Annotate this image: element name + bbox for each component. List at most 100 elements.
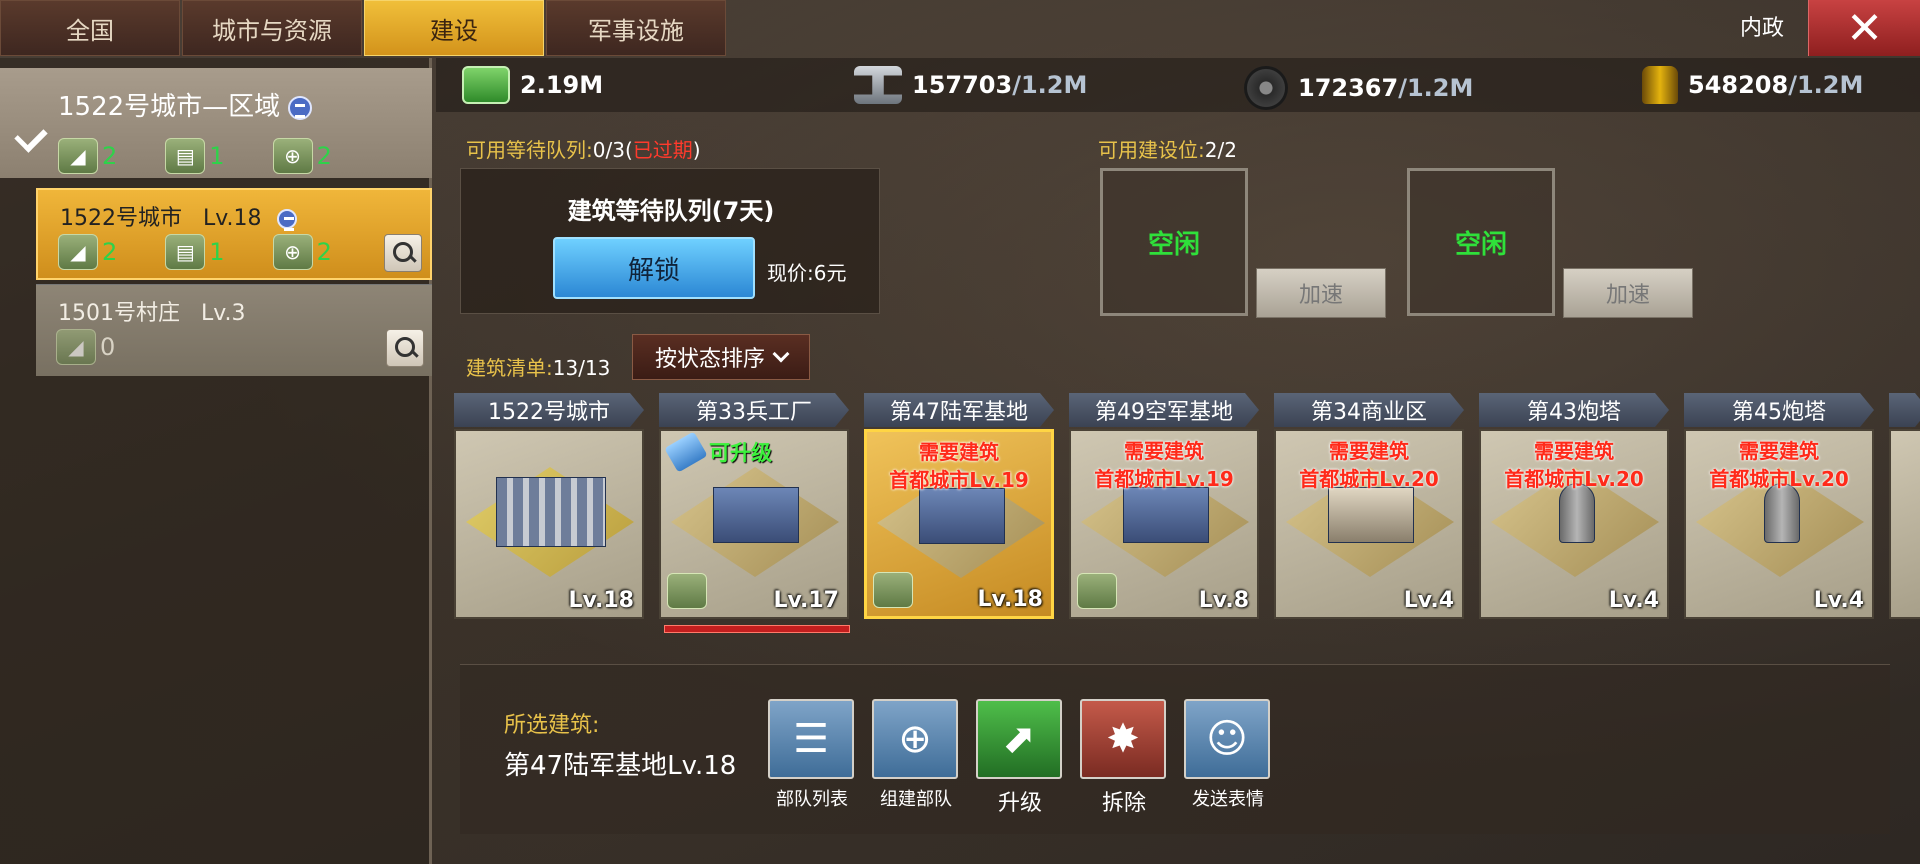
air-base-icon (1123, 487, 1209, 543)
action-label: 组建部队 (880, 789, 952, 810)
tank-icon: ▤ (165, 234, 206, 270)
chevron-down-icon[interactable] (14, 119, 48, 153)
building-name: 第33兵工厂 (659, 393, 849, 427)
speed-up-button[interactable]: 加速 (1563, 268, 1693, 318)
queue-expired: 已过期 (632, 138, 693, 162)
building-card[interactable]: 第34商业区 需要建筑 首都城市Lv.20 Lv.4 (1274, 393, 1464, 621)
artillery-icon: ◢ (58, 138, 98, 174)
steel-icon (854, 66, 902, 104)
build-slots-value: 2/2 (1204, 138, 1237, 162)
building-image: 可升级 Lv.17 (659, 429, 849, 619)
form-troop-icon: ⊕ (872, 699, 958, 779)
capital-icon (288, 95, 313, 120)
building-image (1889, 429, 1920, 619)
price-text: 现价:6元 (767, 261, 847, 285)
turret-building-icon (1559, 483, 1595, 543)
city-name: 1501号村庄 Lv.3 (58, 295, 246, 327)
page-title: 内政 (1740, 16, 1785, 41)
building-level: Lv.8 (1198, 588, 1249, 613)
resource-rubber: 172367/1.2M (1244, 66, 1473, 110)
queue-label-text: 可用等待队列: (466, 138, 593, 162)
building-card-partial[interactable] (1889, 393, 1920, 621)
resource-bar: 2.19M 157703/1.2M 172367/1.2M 548208/1.2… (436, 58, 1920, 112)
requirement-text: 需要建筑 (1534, 439, 1614, 463)
city-unit-counts: ◢ 0 (56, 329, 163, 365)
building-card[interactable]: 第49空军基地 需要建筑 首都城市Lv.19 Lv.8 (1069, 393, 1259, 621)
building-list-label: 建筑清单:13/13 (466, 352, 610, 381)
building-card[interactable]: 第45炮塔 需要建筑 首都城市Lv.20 Lv.4 (1684, 393, 1874, 621)
region-title: 1522号城市—区域 (58, 86, 313, 123)
tab-construction[interactable]: 建设 (364, 0, 544, 56)
troop-list-button[interactable]: ☰ 部队列表 (768, 699, 856, 811)
requirement-text: 需要建筑 (1329, 439, 1409, 463)
building-image: 需要建筑 首都城市Lv.20 Lv.4 (1684, 429, 1874, 619)
upgrade-text: 可升级 (709, 441, 772, 465)
city-item-1501[interactable]: 1501号村庄 Lv.3 ◢ 0 (36, 284, 432, 376)
sort-dropdown[interactable]: 按状态排序 (632, 334, 810, 380)
artillery-count: 0 (100, 333, 116, 361)
city-name: 1522号城市 Lv.18 (60, 200, 297, 232)
building-card-selected[interactable]: 第47陆军基地 需要建筑 首都城市Lv.19 Lv.18 (864, 393, 1054, 621)
artillery-count: 2 (102, 238, 118, 266)
search-icon[interactable] (384, 234, 422, 272)
money-icon (462, 66, 510, 104)
city-level: Lv.18 (202, 206, 262, 231)
artillery-icon: ◢ (56, 329, 96, 365)
artillery-icon (1077, 573, 1117, 609)
queue-value: 0/3( (592, 138, 633, 162)
steel-cap: /1.2M (1012, 71, 1088, 99)
demolish-button[interactable]: ✸ 拆除 (1080, 699, 1168, 817)
form-troop-button[interactable]: ⊕ 组建部队 (872, 699, 960, 811)
requirement-level: 首都城市Lv.20 (1709, 467, 1849, 491)
region-unit-counts: ◢ 2 ▤ 1 ⊕ 2 (58, 138, 380, 174)
city-name-text: 1522号城市 (60, 206, 182, 231)
add-artillery-icon: ⊕ (272, 234, 313, 270)
tank-icon: ▤ (165, 138, 206, 174)
building-list-label-text: 建筑清单: (466, 356, 553, 380)
tab-city-resources[interactable]: 城市与资源 (182, 0, 362, 56)
rubber-value: 172367 (1298, 74, 1399, 102)
tab-nation[interactable]: 全国 (0, 0, 180, 56)
tank-count: 1 (209, 142, 225, 170)
unlock-button[interactable]: 解锁 (553, 237, 755, 299)
building-card[interactable]: 第33兵工厂 可升级 Lv.17 (659, 393, 849, 621)
search-icon[interactable] (386, 329, 424, 367)
close-button[interactable]: ✕ (1808, 0, 1920, 56)
building-level: Lv.4 (1403, 588, 1454, 613)
build-slot-1[interactable]: 空闲 (1100, 168, 1248, 316)
send-emoji-button[interactable]: ☺ 发送表情 (1184, 699, 1272, 811)
tab-military[interactable]: 军事设施 (546, 0, 726, 56)
requirement-level: 首都城市Lv.20 (1299, 467, 1439, 491)
building-image: Lv.18 (454, 429, 644, 619)
building-level: Lv.18 (977, 587, 1043, 612)
requirement-text: 需要建筑 (919, 440, 999, 464)
wrench-icon (664, 431, 708, 473)
turret-building-icon (1764, 483, 1800, 543)
queue-paren: ) (692, 138, 701, 162)
city-name-text: 1501号村庄 (58, 301, 180, 326)
city-level: Lv.3 (200, 301, 246, 326)
chevron-down-icon (772, 345, 790, 363)
artillery-icon (873, 572, 913, 608)
build-slots-label-text: 可用建设位: (1098, 138, 1205, 162)
demolish-icon: ✸ (1080, 699, 1166, 779)
tank-icon (667, 573, 707, 609)
queue-label: 可用等待队列:0/3(已过期) (466, 134, 701, 163)
support-count: 2 (316, 142, 332, 170)
emoji-icon: ☺ (1184, 699, 1270, 779)
money-value: 2.19M (520, 71, 604, 99)
building-level: Lv.17 (773, 588, 839, 613)
queue-title: 建筑等待队列(7天) (567, 197, 775, 225)
speed-up-button[interactable]: 加速 (1256, 268, 1386, 318)
building-level: Lv.4 (1608, 588, 1659, 613)
build-slot-2[interactable]: 空闲 (1407, 168, 1555, 316)
building-cards: 1522号城市 Lv.18 第33兵工厂 可升级 Lv.17 第47陆军基地 需… (454, 393, 1920, 633)
upgrade-button[interactable]: ⬈ 升级 (976, 699, 1064, 817)
oil-value: 548208 (1688, 71, 1789, 99)
city-item-1522[interactable]: 1522号城市 Lv.18 ◢ 2 ▤ 1 ⊕ 2 (36, 188, 432, 280)
building-image: 需要建筑 首都城市Lv.19 Lv.8 (1069, 429, 1259, 619)
action-label: 发送表情 (1192, 789, 1264, 810)
region-header[interactable]: 1522号城市—区域 ◢ 2 ▤ 1 ⊕ 2 (0, 68, 432, 178)
building-card[interactable]: 1522号城市 Lv.18 (454, 393, 644, 621)
building-card[interactable]: 第43炮塔 需要建筑 首都城市Lv.20 Lv.4 (1479, 393, 1669, 621)
